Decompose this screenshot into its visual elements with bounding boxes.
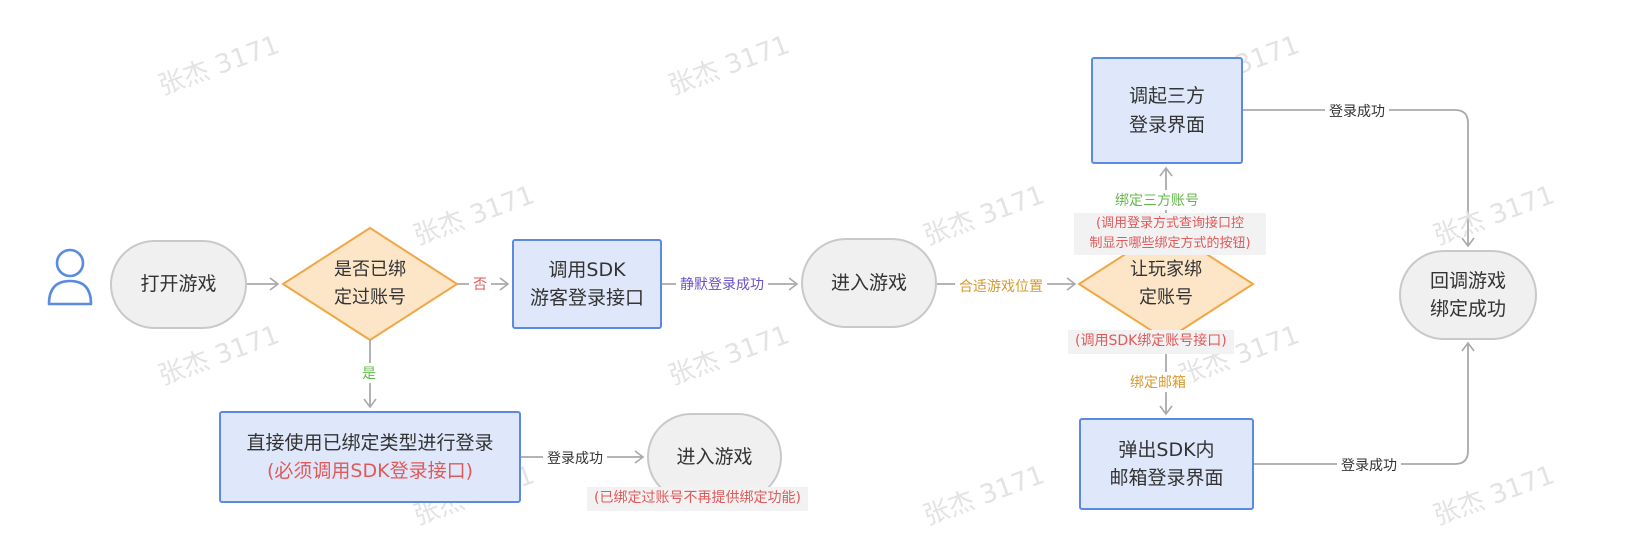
- email-login-line2: 邮箱登录界面: [1109, 467, 1224, 489]
- edge-label-yes: 是: [358, 363, 380, 383]
- edge-label-login-success-bottom: 登录成功: [1337, 455, 1401, 475]
- let-bind-label: 让玩家绑 定账号: [1099, 252, 1233, 316]
- edge-third-to-callback: [1243, 109, 1475, 248]
- enter-game-1-label: 进入游戏: [830, 271, 907, 294]
- let-bind-line2: 定账号: [1139, 287, 1193, 308]
- no-bind-note: (已绑定过账号不再提供绑定功能): [587, 487, 808, 511]
- email-login-node: 弹出SDK内 邮箱登录界面: [1079, 418, 1254, 510]
- callback-line1: 回调游戏: [1429, 269, 1506, 292]
- is-bound-line1: 是否已绑: [334, 259, 406, 281]
- third-party-line2: 登录界面: [1128, 113, 1205, 136]
- edge-label-login-success-left: 登录成功: [543, 448, 607, 468]
- edge-label-bind-email: 绑定邮箱: [1126, 372, 1190, 392]
- sdk-guest-line1: 调用SDK: [548, 258, 626, 281]
- edge-label-bind-third: 绑定三方账号: [1111, 190, 1203, 210]
- third-party-login-node: 调起三方 登录界面: [1091, 57, 1243, 164]
- edge-label-no: 否: [469, 274, 491, 294]
- direct-login-node: 直接使用已绑定类型进行登录 (必须调用SDK登录接口): [219, 411, 521, 503]
- bind-interface-note: (调用SDK绑定账号接口): [1068, 330, 1234, 354]
- callback-node: 回调游戏 绑定成功: [1399, 250, 1537, 340]
- enter-game-node-1: 进入游戏: [801, 238, 937, 328]
- edge-label-login-success-top: 登录成功: [1325, 101, 1389, 121]
- sdk-guest-line2: 游客登录接口: [529, 287, 644, 309]
- email-login-line1: 弹出SDK内: [1118, 438, 1215, 461]
- user-icon: [47, 248, 93, 306]
- edge-label-proper-position: 合适游戏位置: [955, 276, 1047, 296]
- query-note-line1: (调用登录方式查询接口控: [1095, 216, 1245, 231]
- query-note-line2: 制显示哪些绑定方式的按钮): [1089, 236, 1251, 252]
- edge-email-to-callback: [1254, 341, 1475, 465]
- third-party-line1: 调起三方: [1128, 85, 1205, 107]
- open-game-node: 打开游戏: [110, 240, 247, 329]
- open-game-label: 打开游戏: [140, 273, 217, 296]
- edge-label-silent-login: 静默登录成功: [676, 274, 768, 294]
- is-bound-line2: 定过账号: [334, 287, 406, 308]
- callback-line2: 绑定成功: [1429, 298, 1506, 320]
- direct-login-line2: (必须调用SDK登录接口): [267, 460, 473, 482]
- is-bound-label: 是否已绑 定过账号: [303, 252, 437, 316]
- sdk-guest-node: 调用SDK 游客登录接口: [512, 239, 662, 329]
- enter-game-2-label: 进入游戏: [676, 445, 753, 468]
- query-interface-note: (调用登录方式查询接口控 制显示哪些绑定方式的按钮): [1074, 213, 1266, 256]
- let-bind-line1: 让玩家绑: [1130, 259, 1202, 281]
- direct-login-line1: 直接使用已绑定类型进行登录: [246, 431, 494, 454]
